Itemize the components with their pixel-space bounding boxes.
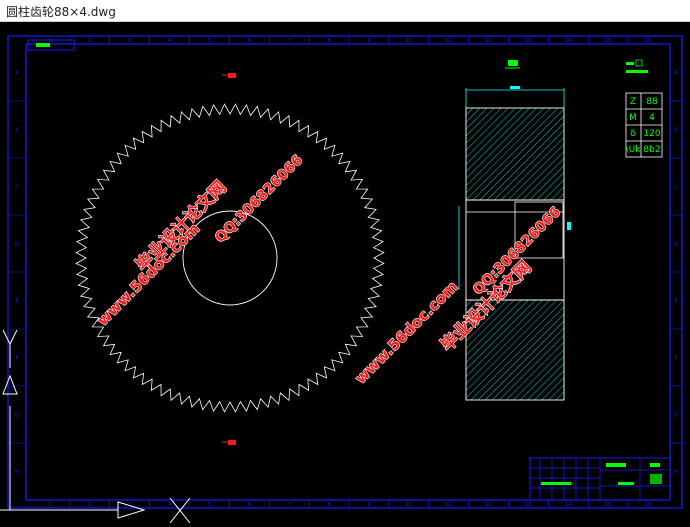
- column-number-6: 6: [248, 38, 251, 44]
- column-number-bottom-2: 2: [88, 502, 91, 508]
- gear-table-symbol: M: [629, 113, 637, 123]
- column-number-13: 13: [525, 38, 531, 44]
- column-number-bottom-10: 10: [406, 502, 412, 508]
- column-number-7: 7: [288, 38, 291, 44]
- gear-front-view: [75, 103, 385, 413]
- column-number-bottom-13: 13: [525, 502, 531, 508]
- column-number-bottom-9: 9: [367, 502, 370, 508]
- column-number-bottom-15: 15: [605, 502, 611, 508]
- row-letter-right-B: B: [674, 128, 678, 134]
- row-letter-H: H: [15, 470, 19, 476]
- column-number-bottom-4: 4: [168, 502, 171, 508]
- row-letter-right-F: F: [675, 356, 678, 362]
- row-letter-E: E: [15, 299, 18, 305]
- row-letter-right-C: C: [674, 185, 678, 191]
- gear-table-symbol: Z: [630, 97, 636, 107]
- roughness-symbol: [505, 60, 520, 69]
- row-letter-right-E: E: [674, 299, 677, 305]
- center-mark-bottom: [222, 440, 236, 445]
- column-number-11: 11: [446, 38, 452, 44]
- column-number-bottom-5: 5: [208, 502, 211, 508]
- watermark-qq-left: QQ:306826066: [212, 152, 306, 246]
- column-number-3: 3: [128, 38, 131, 44]
- row-letter-right-G: G: [674, 413, 678, 419]
- window-titlebar: 圆柱齿轮88×4.dwg: [0, 0, 690, 22]
- gear-table-value: 120: [643, 129, 660, 139]
- row-letter-G: G: [15, 413, 19, 419]
- column-number-bottom-8: 8: [327, 502, 330, 508]
- gear-table-value: 88: [646, 97, 658, 107]
- row-letter-C: C: [15, 185, 19, 191]
- watermark-site-name-left: 毕业设计论文网: [132, 177, 231, 276]
- gear-table-value: 8b2: [643, 145, 660, 155]
- keyway-dimension-text: [567, 222, 571, 230]
- gear-table-value: 4: [649, 113, 655, 123]
- column-number-5: 5: [208, 38, 211, 44]
- table-legend-marks: [626, 59, 648, 73]
- column-number-8: 8: [327, 38, 330, 44]
- window-title: 圆柱齿轮88×4.dwg: [6, 5, 116, 19]
- column-number-15: 15: [605, 38, 611, 44]
- row-letter-F: F: [16, 356, 19, 362]
- column-number-bottom-14: 14: [565, 502, 571, 508]
- column-number-bottom-7: 7: [288, 502, 291, 508]
- outer-frame: [7, 35, 683, 509]
- column-number-bottom-6: 6: [248, 502, 251, 508]
- width-dimension-text: [510, 86, 520, 89]
- column-number-10: 10: [406, 38, 412, 44]
- column-number-14: 14: [565, 38, 571, 44]
- column-number-16: 16: [645, 38, 651, 44]
- column-number-2: 2: [88, 38, 91, 44]
- inner-frame: [25, 43, 671, 501]
- column-number-bottom-16: 16: [645, 502, 651, 508]
- gear-teeth-outline: [75, 103, 385, 413]
- row-letter-column: A A B B C C D D E E F F G G H H: [8, 71, 682, 476]
- column-number-12: 12: [485, 38, 491, 44]
- row-letter-D: D: [15, 242, 19, 248]
- row-letter-right-D: D: [674, 242, 678, 248]
- column-number-9: 9: [367, 38, 370, 44]
- row-letter-right-A: A: [674, 71, 678, 77]
- title-block: [529, 457, 671, 501]
- row-letter-B: B: [15, 128, 19, 134]
- column-number-4: 4: [168, 38, 171, 44]
- ucs-x-axis-icon: [0, 497, 191, 524]
- center-mark-top: [222, 73, 236, 78]
- column-number-bottom-11: 11: [446, 502, 452, 508]
- section-hatch-top: [465, 107, 565, 201]
- cad-drawing[interactable]: 1122334455667788991010111112121313141415…: [0, 22, 690, 524]
- drawing-canvas[interactable]: 1 1 2 2 3 3 4 4 5 5 6 6 7 7 8 8 9 9 10 10 11 11 12 12 13 13 14 14 15…: [0, 22, 690, 524]
- gear-parameter-table: Z 88 M 4 δ 120\Uk 8b2: [626, 92, 663, 158]
- watermark-url-left: www.56doc.com: [93, 219, 203, 329]
- column-number-bottom-1: 1: [48, 502, 51, 508]
- gear-table-symbol: \Uk: [626, 145, 642, 155]
- column-number-bottom-12: 12: [485, 502, 491, 508]
- drawing-code-text-mark: [36, 43, 50, 47]
- gear-table-symbol: δ: [630, 129, 636, 139]
- row-letter-right-H: H: [674, 470, 678, 476]
- row-letter-A: A: [15, 71, 19, 77]
